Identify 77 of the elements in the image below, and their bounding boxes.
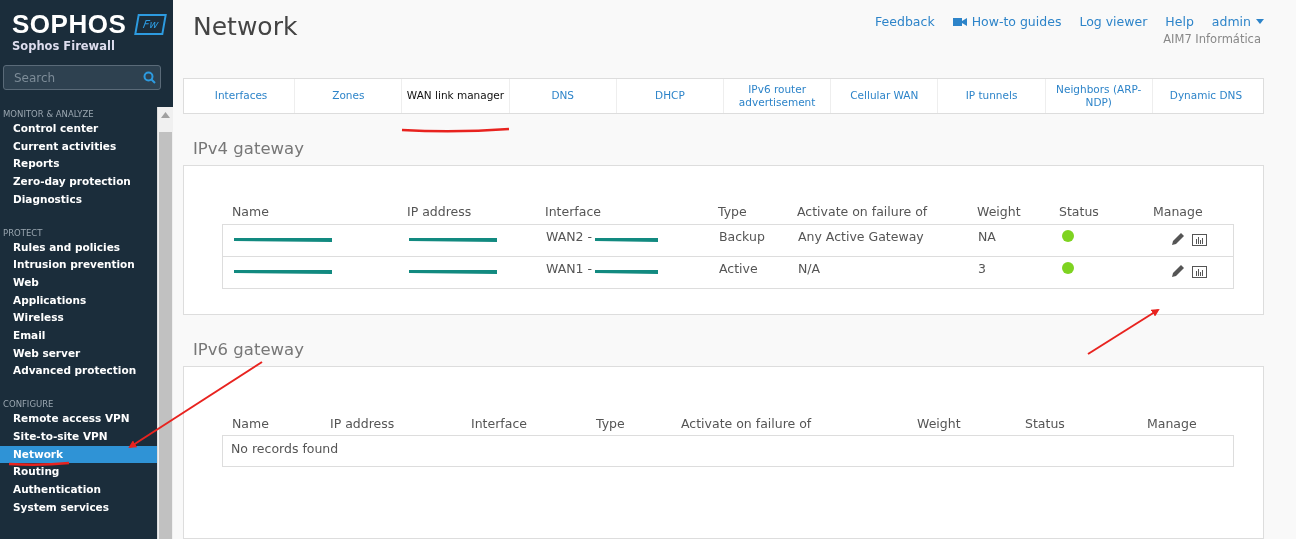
nav-item[interactable]: Web	[0, 273, 157, 292]
page-title: Network	[193, 12, 298, 43]
tab[interactable]: Dynamic DNS	[1152, 79, 1260, 113]
bar-chart-icon[interactable]	[1192, 233, 1207, 247]
nav-item[interactable]: Site-to-site VPN	[0, 427, 157, 446]
section-title: IPv6 gateway	[193, 340, 305, 360]
column-header: IP address	[330, 415, 396, 431]
tab[interactable]: IP tunnels	[938, 79, 1046, 113]
nav-section-heading: PROTECT	[2, 226, 44, 239]
pencil-icon[interactable]	[1170, 262, 1186, 279]
header-link[interactable]: Help	[1165, 14, 1194, 29]
tab[interactable]: Neighbors (ARP-NDP)	[1045, 79, 1153, 113]
table-cell-text: Any Active Gateway	[798, 227, 925, 246]
nav-item[interactable]: Zero-day protection	[0, 173, 157, 191]
header-link[interactable]: Feedback	[875, 14, 935, 29]
column-header: Manage	[1153, 204, 1204, 220]
column-header: Activate on failure of	[797, 204, 929, 220]
search-field[interactable]: Search	[3, 65, 161, 90]
organization-name: AIM7 Informática	[1163, 32, 1261, 46]
nav-item[interactable]: Intrusion prevention	[0, 256, 157, 274]
column-header: Weight	[977, 204, 1022, 220]
column-header: Interface	[545, 204, 602, 220]
nav-item[interactable]: Applications	[0, 291, 157, 310]
caret-icon	[1256, 19, 1264, 24]
table-cell-text: N/A	[798, 259, 822, 278]
section-title: IPv4 gateway	[193, 138, 305, 158]
nav-item[interactable]: Current activities	[0, 137, 157, 156]
column-header: Interface	[471, 415, 528, 431]
table-cell-text: NA	[978, 227, 997, 246]
table-cell-text: Active	[719, 259, 759, 278]
nav-item[interactable]: System services	[0, 498, 157, 517]
logo: SOPHOS	[12, 10, 127, 38]
column-header: Name	[232, 415, 270, 431]
product-name: Sophos Firewall	[12, 39, 116, 53]
column-header: Status	[1059, 204, 1100, 220]
column-header: Weight	[917, 415, 962, 431]
column-header: Type	[596, 415, 626, 431]
table-cell: WAN2 -	[546, 228, 592, 244]
nav-item[interactable]: Wireless	[0, 309, 157, 328]
user-menu[interactable]: admin	[1211, 14, 1264, 29]
nav-item[interactable]: Diagnostics	[0, 190, 157, 209]
bar-chart-icon[interactable]	[1192, 265, 1207, 279]
nav-item[interactable]: Remote access VPN	[0, 410, 157, 428]
nav-item[interactable]: Advanced protection	[0, 362, 157, 381]
tab[interactable]: Zones	[295, 79, 403, 113]
nav-item[interactable]: Routing	[0, 463, 157, 481]
nav-item[interactable]: Authentication	[0, 480, 157, 499]
tab[interactable]: DNS	[509, 79, 617, 113]
underline-mark	[8, 461, 70, 467]
tab[interactable]: WAN link manager	[402, 79, 510, 113]
header-link[interactable]: How-to guides	[952, 14, 1062, 29]
nav-section-heading: MONITOR & ANALYZE	[2, 108, 95, 120]
search-icon[interactable]	[143, 71, 156, 84]
empty-message: No records found	[230, 440, 340, 459]
nav-item[interactable]: Control center	[0, 120, 157, 138]
header-link[interactable]: Log viewer	[1079, 14, 1148, 29]
table-cell: WAN1 -	[546, 260, 592, 276]
pencil-icon[interactable]	[1170, 230, 1186, 247]
nav-item[interactable]: Rules and policies	[0, 238, 157, 257]
scrollbar[interactable]	[157, 107, 173, 539]
column-header: Type	[718, 204, 748, 220]
tab[interactable]: Cellular WAN	[831, 79, 939, 113]
column-header: Manage	[1147, 415, 1198, 431]
tab[interactable]: Interfaces	[188, 79, 296, 113]
column-header: Activate on failure of	[681, 415, 813, 431]
nav-item[interactable]: Web server	[0, 344, 157, 363]
column-header: Status	[1025, 415, 1066, 431]
table-cell-text: 3	[978, 259, 987, 278]
tab[interactable]: IPv6 router advertisement	[724, 79, 832, 113]
video-camera-icon	[952, 16, 967, 27]
column-header: Name	[232, 204, 270, 220]
nav-item[interactable]: Reports	[0, 155, 157, 174]
tab[interactable]: DHCP	[616, 79, 724, 113]
nav-item[interactable]: Email	[0, 327, 157, 345]
nav-section-heading: CONFIGURE	[2, 398, 55, 411]
column-header: IP address	[407, 204, 473, 220]
table-cell-text: Backup	[719, 227, 766, 246]
